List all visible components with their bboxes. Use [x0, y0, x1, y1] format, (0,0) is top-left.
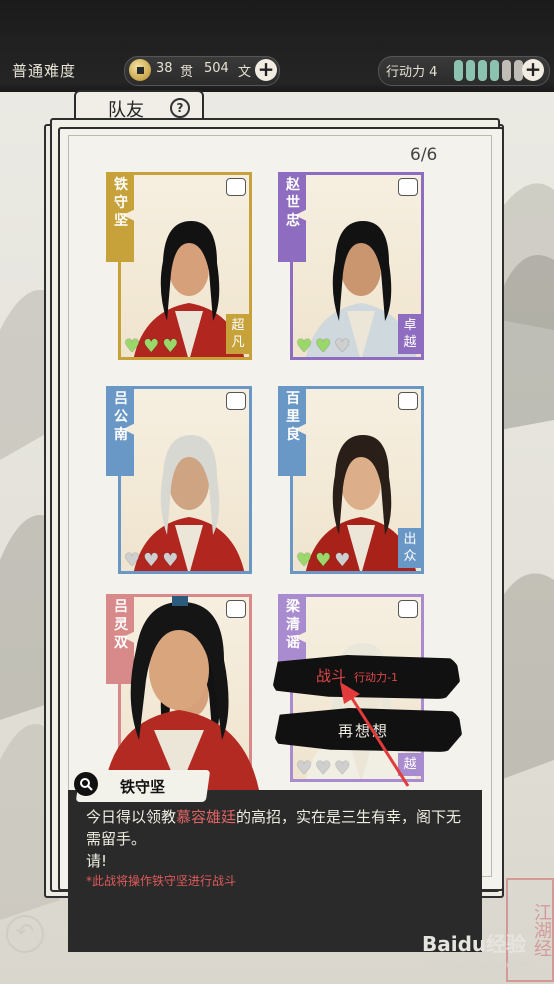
action-points-label: 行动力 4	[386, 65, 438, 80]
fist-icon	[398, 600, 418, 618]
card-trait: 超 凡	[226, 314, 250, 354]
card-name: 梁 清 谣	[286, 599, 300, 651]
action-point-pip	[502, 60, 511, 81]
card-trait: 出 众	[398, 528, 422, 568]
card-name: 赵 世 忠	[286, 177, 300, 229]
annotation-arrow	[340, 682, 410, 787]
action-point-pip	[478, 60, 487, 81]
watermark-url: jingyan.baidu.com	[428, 958, 530, 971]
heart-icon: ♥	[334, 550, 351, 571]
guan-unit: 贯	[180, 65, 194, 80]
heart-icon: ♥	[315, 550, 332, 571]
teammate-card[interactable]: 吕 公 南 ♥ ♥ ♥	[106, 386, 252, 578]
character-portrait	[133, 435, 245, 571]
help-icon[interactable]: ?	[170, 98, 190, 118]
back-icon[interactable]: ↶	[6, 915, 44, 953]
heart-icon: ♥	[334, 336, 351, 357]
card-name: 百 里 良	[286, 391, 300, 443]
dialogue-highlight: 慕容雄廷	[176, 808, 237, 826]
teammate-card[interactable]: 赵 世 忠卓 越 ♥ ♥ ♥	[278, 172, 424, 364]
loyalty-hearts: ♥♥♥	[296, 552, 350, 570]
fist-icon	[398, 392, 418, 410]
card-name: 铁 守 坚	[114, 177, 128, 229]
search-icon[interactable]	[74, 772, 98, 796]
action-point-pip	[454, 60, 463, 81]
speaker-name: 铁守坚	[120, 778, 166, 796]
heart-icon: ♥	[296, 550, 313, 571]
blade-icon	[398, 178, 418, 196]
dialogue-line2: 请!	[86, 852, 108, 870]
wen-unit: 文	[238, 65, 252, 80]
heart-icon: ♥	[143, 336, 160, 357]
loyalty-hearts: ♥♥♥	[124, 552, 178, 570]
difficulty-label: 普通难度	[12, 62, 77, 80]
watermark-brand: Baidu经验	[422, 932, 527, 956]
heart-icon: ♥	[162, 550, 179, 571]
wen-value: 504	[204, 61, 229, 76]
heart-icon: ♥	[296, 336, 313, 357]
heart-icon: ♥	[315, 758, 332, 779]
fist-icon	[226, 178, 246, 196]
teammate-card[interactable]: 百 里 良出 众 ♥ ♥ ♥	[278, 386, 424, 578]
card-name: 吕 公 南	[114, 391, 128, 443]
card-trait: 卓 越	[398, 314, 422, 354]
guan-value: 38	[156, 61, 173, 76]
loyalty-hearts: ♥♥♥	[296, 338, 350, 356]
heart-icon: ♥	[124, 336, 141, 357]
dialogue-text: 今日得以领教慕容雄廷的高招，实在是三生有幸，阁下无需留手。 请!	[86, 806, 470, 872]
action-point-pip	[490, 60, 499, 81]
speaker-portrait	[104, 596, 259, 790]
heart-icon: ♥	[296, 758, 313, 779]
action-point-pip	[466, 60, 475, 81]
fist-icon	[226, 392, 246, 410]
heart-icon: ♥	[162, 336, 179, 357]
team-count: 6/6	[410, 145, 438, 165]
dialogue-note: *此战将操作铁守坚进行战斗	[86, 874, 237, 888]
heart-icon: ♥	[124, 550, 141, 571]
loyalty-hearts: ♥♥♥	[124, 338, 178, 356]
add-currency-button[interactable]: +	[255, 59, 277, 81]
teammate-card[interactable]: 铁 守 坚超 凡 ♥ ♥ ♥	[106, 172, 252, 364]
dialogue-line-pre: 今日得以领教	[86, 808, 177, 826]
add-action-points-button[interactable]: +	[522, 59, 544, 81]
card-frame	[118, 386, 252, 574]
heart-icon: ♥	[143, 550, 160, 571]
heart-icon: ♥	[315, 336, 332, 357]
coin-icon	[129, 59, 151, 81]
